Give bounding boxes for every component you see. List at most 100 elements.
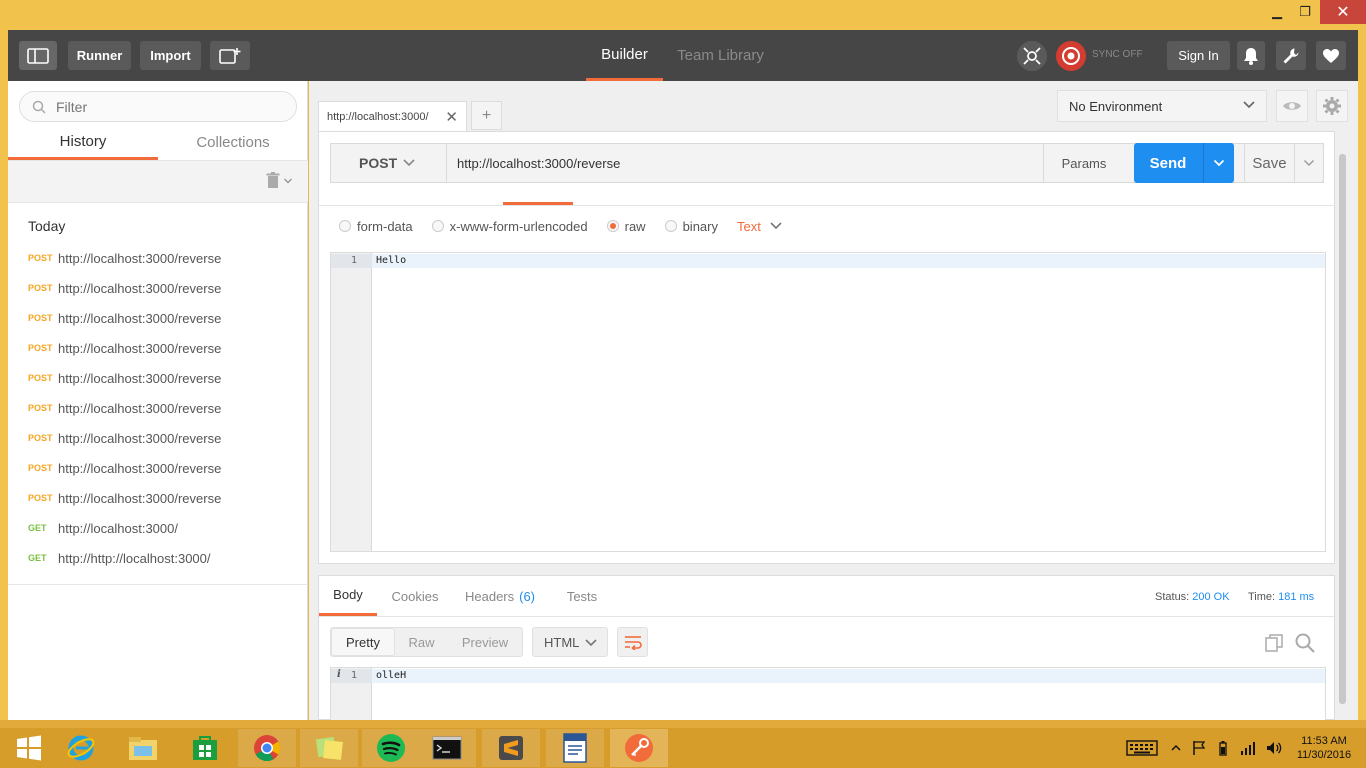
environment-select[interactable]: No Environment	[1057, 90, 1267, 122]
history-item[interactable]: POST http://localhost:3000/reverse	[8, 393, 308, 423]
send-button[interactable]: Send	[1134, 143, 1234, 183]
format-preview-button[interactable]: Preview	[448, 628, 522, 656]
active-line-highlight	[372, 669, 1325, 683]
history-item[interactable]: POST http://localhost:3000/reverse	[8, 273, 308, 303]
tab-history[interactable]: History	[8, 125, 158, 160]
history-item[interactable]: POST http://localhost:3000/reverse	[8, 423, 308, 453]
radio-binary[interactable]: binary	[664, 219, 718, 234]
history-method-badge: POST	[28, 253, 53, 263]
history-item[interactable]: GET http://localhost:3000/	[8, 513, 308, 543]
history-item[interactable]: POST http://localhost:3000/reverse	[8, 333, 308, 363]
favorite-button[interactable]	[1316, 41, 1346, 70]
taskbar-chrome[interactable]	[238, 729, 296, 767]
radio-x-www-form-urlencoded[interactable]: x-www-form-urlencoded	[431, 219, 588, 234]
language-label: HTML	[544, 634, 580, 650]
format-raw-button[interactable]: Raw	[395, 628, 448, 656]
tab-collections[interactable]: Collections	[158, 125, 308, 160]
send-dropdown-button[interactable]	[1203, 143, 1234, 183]
battery-icon[interactable]	[1218, 740, 1228, 756]
taskbar-sticky-notes[interactable]	[300, 729, 358, 767]
content-type-label: Text	[737, 218, 761, 234]
request-tab[interactable]: http://localhost:3000/ ✕	[318, 101, 467, 132]
history-item[interactable]: POST http://localhost:3000/reverse	[8, 453, 308, 483]
tab-team-library[interactable]: Team Library	[670, 30, 771, 81]
response-body-viewer[interactable]: i 1 olleH	[330, 667, 1326, 721]
chevron-down-icon	[1213, 159, 1225, 167]
sidebar-bottom-divider	[8, 584, 308, 585]
format-pretty-button[interactable]: Pretty	[331, 628, 395, 656]
tab-response-body[interactable]: Body	[319, 576, 377, 616]
history-item[interactable]: POST http://localhost:3000/reverse	[8, 243, 308, 273]
filter-field[interactable]	[19, 91, 297, 122]
tab-response-headers[interactable]: Headers (6)	[459, 576, 541, 616]
wrench-icon	[1283, 48, 1299, 63]
new-window-button[interactable]	[210, 41, 250, 70]
chevron-up-icon[interactable]	[1170, 743, 1182, 753]
taskbar-store[interactable]	[176, 729, 234, 767]
sidebar-toggle-button[interactable]	[19, 41, 57, 70]
main-scrollbar[interactable]	[1336, 150, 1348, 710]
radio-raw[interactable]: raw	[606, 219, 646, 234]
history-item[interactable]: POST http://localhost:3000/reverse	[8, 483, 308, 513]
taskbar-wordpad[interactable]	[546, 729, 604, 767]
keyboard-icon[interactable]	[1126, 739, 1158, 757]
method-select[interactable]: POST	[331, 144, 447, 182]
scrollbar-thumb[interactable]	[1339, 154, 1346, 704]
taskbar-file-explorer[interactable]	[114, 729, 172, 767]
minimize-button[interactable]: ▁	[1262, 0, 1292, 24]
eye-icon	[1283, 102, 1301, 110]
content-type-dropdown[interactable]: Text	[737, 219, 785, 234]
close-button[interactable]: ✕	[1320, 0, 1366, 24]
history-group-today: Today	[28, 218, 66, 234]
taskbar-sublime-text[interactable]	[482, 729, 540, 767]
request-body-editor[interactable]: 1 Hello	[330, 252, 1326, 552]
manage-environments-button[interactable]	[1316, 90, 1348, 122]
interceptor-button[interactable]	[1017, 41, 1047, 71]
notifications-button[interactable]	[1237, 41, 1265, 70]
wrap-lines-button[interactable]	[617, 627, 648, 657]
environment-quick-look-button[interactable]	[1276, 90, 1308, 122]
start-button[interactable]	[0, 729, 58, 767]
response-language-select[interactable]: HTML	[532, 627, 608, 657]
history-item[interactable]: POST http://localhost:3000/reverse	[8, 303, 308, 333]
params-button[interactable]: Params	[1043, 144, 1124, 182]
close-tab-icon[interactable]: ✕	[445, 108, 458, 126]
runner-button[interactable]: Runner	[68, 41, 131, 70]
settings-button[interactable]	[1276, 41, 1306, 70]
chevron-down-icon	[403, 159, 415, 167]
tab-response-tests[interactable]: Tests	[557, 576, 607, 616]
history-method-badge: POST	[28, 343, 53, 353]
signal-icon[interactable]	[1240, 741, 1256, 755]
url-input[interactable]	[448, 144, 1043, 182]
sign-in-button[interactable]: Sign In	[1167, 41, 1230, 70]
new-window-icon	[219, 47, 241, 64]
interceptor-icon	[1023, 47, 1041, 65]
taskbar-internet-explorer[interactable]	[52, 729, 110, 767]
history-item[interactable]: POST http://localhost:3000/reverse	[8, 363, 308, 393]
taskbar-command-prompt[interactable]	[418, 729, 476, 767]
tab-builder[interactable]: Builder	[586, 30, 663, 81]
history-url: http://localhost:3000/reverse	[58, 250, 222, 266]
new-tab-button[interactable]: +	[471, 101, 502, 130]
wordpad-icon	[563, 733, 587, 763]
sync-button[interactable]	[1056, 41, 1086, 71]
search-response-button[interactable]	[1295, 633, 1315, 656]
save-dropdown-button[interactable]	[1294, 144, 1323, 182]
taskbar-clock[interactable]: 11:53 AM 11/30/2016	[1294, 734, 1354, 762]
tab-response-cookies[interactable]: Cookies	[383, 576, 447, 616]
clear-history-button[interactable]	[266, 172, 293, 189]
flag-icon[interactable]	[1192, 740, 1206, 756]
sticky-notes-icon	[315, 736, 343, 760]
volume-icon[interactable]	[1266, 740, 1282, 756]
history-item[interactable]: GET http://http://localhost:3000/	[8, 543, 308, 573]
taskbar-spotify[interactable]	[362, 729, 420, 767]
copy-response-button[interactable]	[1265, 634, 1283, 655]
radio-form-data[interactable]: form-data	[339, 219, 413, 234]
taskbar-postman[interactable]	[610, 729, 668, 767]
import-button[interactable]: Import	[140, 41, 201, 70]
main-area: http://localhost:3000/ ✕ + No Environmen…	[309, 81, 1358, 721]
filter-input[interactable]	[56, 98, 276, 115]
history-url: http://localhost:3000/reverse	[58, 370, 222, 386]
maximize-button[interactable]: ❐	[1290, 0, 1320, 24]
save-button[interactable]: Save	[1244, 143, 1324, 183]
